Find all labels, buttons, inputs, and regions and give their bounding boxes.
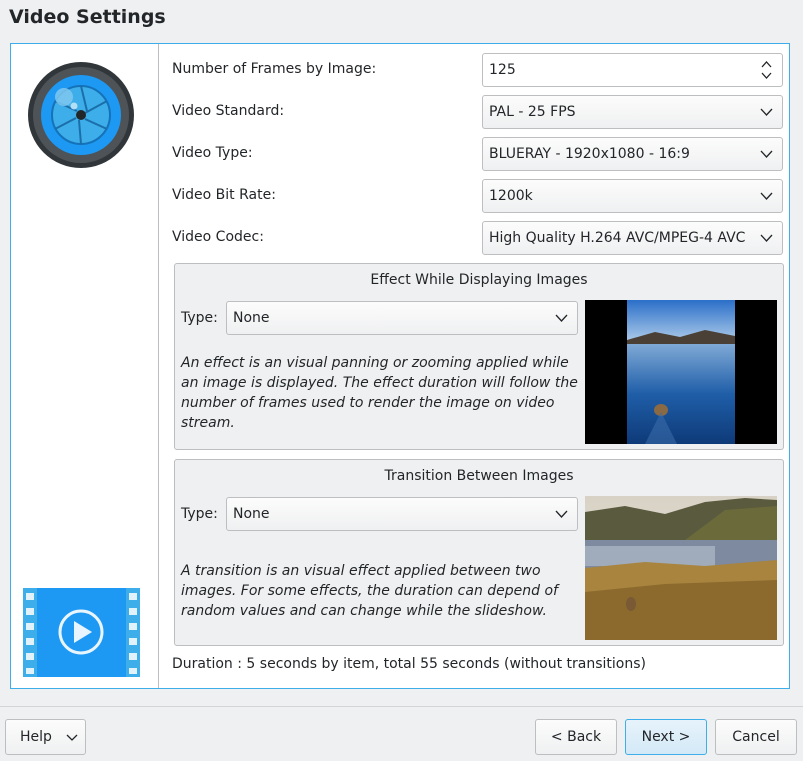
- cancel-button-label: Cancel: [732, 729, 780, 745]
- bitrate-label: Video Bit Rate:: [172, 187, 276, 203]
- codec-select[interactable]: High Quality H.264 AVC/MPEG-4 AVC: [482, 221, 783, 255]
- chevron-down-icon: [760, 108, 773, 116]
- help-button[interactable]: Help: [5, 719, 86, 755]
- effect-description: An effect is an visual panning or zoomin…: [181, 355, 578, 431]
- standard-label: Video Standard:: [172, 103, 285, 119]
- transition-description: A transition is an visual effect applied…: [181, 563, 558, 619]
- bitrate-row: Video Bit Rate: 1200k: [160, 179, 789, 213]
- chevron-down-icon: [555, 510, 568, 518]
- transition-type-value: None: [233, 506, 270, 522]
- standard-row: Video Standard: PAL - 25 FPS: [160, 95, 789, 129]
- frames-row: Number of Frames by Image: 125: [160, 53, 789, 87]
- bitrate-value: 1200k: [489, 188, 533, 204]
- frames-label: Number of Frames by Image:: [172, 61, 377, 77]
- codec-label: Video Codec:: [172, 229, 264, 245]
- cancel-button[interactable]: Cancel: [715, 719, 797, 755]
- type-label: Video Type:: [172, 145, 253, 161]
- settings-content: Number of Frames by Image: 125 Video Sta…: [160, 44, 789, 688]
- transition-group-title: Transition Between Images: [384, 468, 574, 484]
- button-bar-divider: [0, 706, 803, 707]
- chevron-down-icon: [760, 234, 773, 242]
- frames-value[interactable]: 125: [489, 62, 516, 78]
- bitrate-select[interactable]: 1200k: [482, 179, 783, 213]
- type-select[interactable]: BLUERAY - 1920x1080 - 16:9: [482, 137, 783, 171]
- video-film-icon: [23, 588, 140, 677]
- chevron-down-icon: [760, 150, 773, 158]
- spin-up-icon[interactable]: [761, 60, 772, 68]
- spin-down-icon[interactable]: [761, 72, 772, 80]
- next-button[interactable]: Next >: [625, 719, 707, 755]
- next-button-label: Next >: [641, 729, 691, 745]
- chevron-down-icon: [760, 192, 773, 200]
- effect-preview-image: [585, 300, 777, 444]
- standard-select[interactable]: PAL - 25 FPS: [482, 95, 783, 129]
- effect-group-title: Effect While Displaying Images: [370, 272, 588, 288]
- help-button-label: Help: [20, 729, 52, 745]
- duration-summary: Duration : 5 seconds by item, total 55 s…: [172, 656, 647, 672]
- codec-row: Video Codec: High Quality H.264 AVC/MPEG…: [160, 221, 789, 255]
- effect-type-value: None: [233, 310, 270, 326]
- codec-value: High Quality H.264 AVC/MPEG-4 AVC: [489, 230, 746, 246]
- effect-type-label: Type:: [181, 310, 218, 326]
- page-title: Video Settings: [9, 6, 166, 28]
- effect-type-select[interactable]: None: [226, 301, 578, 335]
- sidebar: [11, 44, 159, 688]
- standard-value: PAL - 25 FPS: [489, 104, 576, 120]
- type-row: Video Type: BLUERAY - 1920x1080 - 16:9: [160, 137, 789, 171]
- chevron-down-icon: [66, 734, 78, 741]
- transition-preview-image: [585, 496, 777, 640]
- frames-spinbox[interactable]: 125: [482, 53, 783, 87]
- transition-type-label: Type:: [181, 506, 218, 522]
- transition-type-select[interactable]: None: [226, 497, 578, 531]
- back-button-label: < Back: [550, 729, 602, 745]
- back-button[interactable]: < Back: [535, 719, 617, 755]
- transition-group: Transition Between Images Type: None A t…: [174, 459, 784, 646]
- chevron-down-icon: [555, 314, 568, 322]
- effect-group: Effect While Displaying Images Type: Non…: [174, 263, 784, 450]
- settings-panel: Number of Frames by Image: 125 Video Sta…: [10, 43, 790, 689]
- type-value: BLUERAY - 1920x1080 - 16:9: [489, 146, 690, 162]
- camera-lens-icon: [28, 62, 134, 168]
